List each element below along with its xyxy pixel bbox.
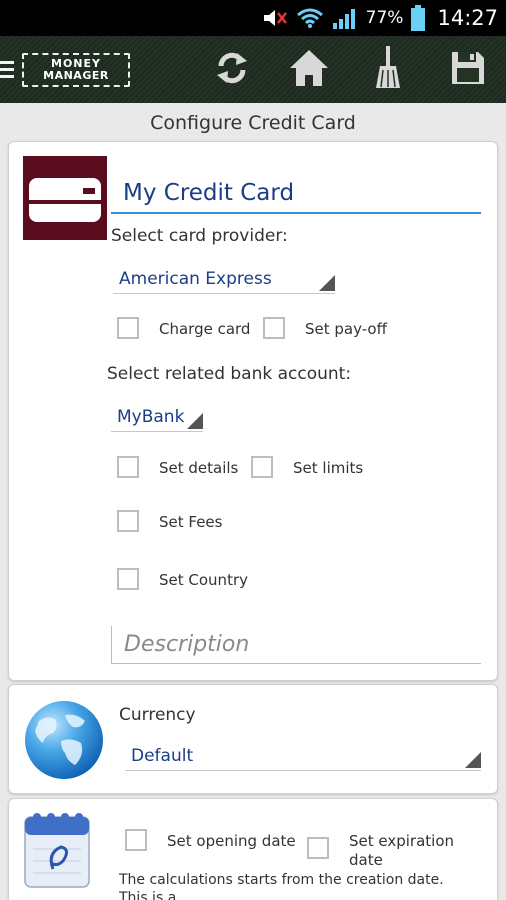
battery-percent: 77%	[365, 8, 404, 28]
expiration-date-checkbox[interactable]	[307, 837, 329, 859]
set-country-label: Set Country	[159, 571, 248, 589]
calendar-icon	[23, 809, 91, 889]
save-button[interactable]	[446, 48, 490, 92]
dates-card: Set opening date Set expiration date The…	[8, 798, 498, 900]
save-icon	[450, 50, 486, 90]
currency-selected: Default	[131, 745, 194, 766]
credit-card-form: Select card provider: American Express C…	[8, 141, 498, 681]
bank-account-selected: MyBank	[117, 406, 185, 427]
dates-info-line2: This is a...,	[119, 890, 195, 900]
app-logo: MONEY MANAGER	[22, 52, 130, 87]
volume-muted-icon	[262, 7, 288, 29]
set-limits-checkbox[interactable]	[251, 456, 273, 478]
credit-card-icon	[23, 156, 107, 240]
bank-account-label: Select related bank account:	[107, 364, 352, 384]
bank-account-spinner[interactable]: MyBank	[111, 402, 203, 432]
provider-spinner[interactable]: American Express	[113, 264, 335, 294]
signal-icon	[332, 7, 358, 29]
sync-button[interactable]	[210, 48, 254, 92]
set-fees-label: Set Fees	[159, 513, 223, 531]
set-details-label: Set details	[159, 459, 239, 477]
expiration-date-label: Set expiration date	[349, 832, 455, 869]
clock: 14:27	[437, 6, 498, 30]
currency-spinner[interactable]: Default	[125, 741, 481, 771]
set-payoff-label: Set pay-off	[305, 320, 387, 338]
dropdown-arrow-icon	[465, 752, 481, 768]
card-name-input[interactable]	[111, 174, 481, 214]
page-title: Configure Credit Card	[150, 112, 356, 134]
opening-date-label: Set opening date	[167, 832, 296, 850]
set-country-checkbox[interactable]	[117, 568, 139, 590]
clear-button[interactable]	[366, 46, 410, 94]
provider-selected: American Express	[119, 268, 272, 289]
drawer-menu-icon[interactable]	[0, 61, 16, 78]
battery-icon	[411, 5, 426, 31]
dropdown-arrow-icon	[187, 413, 203, 429]
logo-line1: MONEY	[51, 56, 101, 70]
charge-card-checkbox[interactable]	[117, 317, 139, 339]
dropdown-arrow-icon	[319, 275, 335, 291]
globe-icon	[25, 701, 103, 779]
charge-card-label: Charge card	[159, 320, 251, 338]
logo-line2: MANAGER	[43, 68, 109, 82]
broom-icon	[372, 46, 404, 94]
dates-info-text: The calculations starts from the creatio…	[119, 871, 489, 900]
set-fees-checkbox[interactable]	[117, 510, 139, 532]
dates-info-line1: The calculations starts from the creatio…	[119, 872, 444, 888]
status-bar: 77% 14:27	[0, 0, 506, 36]
sync-icon	[213, 49, 251, 91]
opening-date-checkbox[interactable]	[125, 829, 147, 851]
set-limits-label: Set limits	[293, 459, 364, 477]
action-bar: MONEY MANAGER	[0, 36, 506, 103]
wifi-icon	[296, 7, 324, 29]
home-icon	[288, 48, 330, 92]
home-button[interactable]	[287, 48, 331, 92]
description-input[interactable]	[111, 626, 481, 664]
currency-card: Currency Default	[8, 684, 498, 794]
currency-label: Currency	[119, 705, 196, 725]
set-payoff-checkbox[interactable]	[263, 317, 285, 339]
provider-label: Select card provider:	[111, 226, 288, 246]
set-details-checkbox[interactable]	[117, 456, 139, 478]
